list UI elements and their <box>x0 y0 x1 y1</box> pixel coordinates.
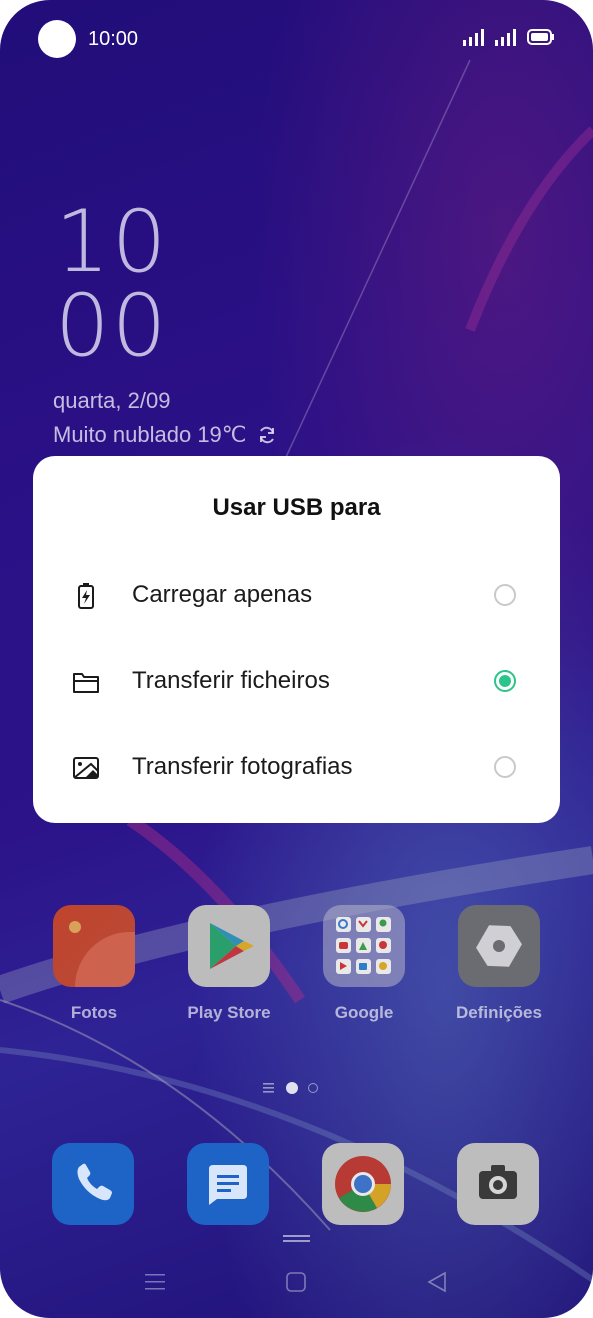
app-label: Definições <box>456 1003 542 1022</box>
page-indicator <box>262 1082 318 1094</box>
play-store-icon <box>188 905 270 987</box>
list-pages-icon[interactable] <box>262 1082 276 1094</box>
app-label: Play Store <box>187 1003 271 1022</box>
settings-icon <box>458 905 540 987</box>
photos-icon <box>53 905 135 987</box>
clock-minutes: 00 <box>55 276 169 376</box>
option-label: Transferir ficheiros <box>132 667 330 694</box>
option-label: Carregar apenas <box>132 581 313 608</box>
phone-icon[interactable] <box>52 1143 134 1225</box>
photo-icon <box>73 757 99 779</box>
weather-widget[interactable]: Muito nublado 19℃ <box>53 422 277 448</box>
app-label: Fotos <box>70 1003 118 1022</box>
home-icon[interactable] <box>286 1272 306 1292</box>
signal-icon <box>463 29 484 46</box>
chrome-icon[interactable] <box>322 1143 404 1225</box>
google-folder-icon <box>323 905 405 987</box>
app-google-folder[interactable]: Google <box>304 905 424 1023</box>
page-dot-active[interactable] <box>286 1082 298 1094</box>
refresh-icon[interactable] <box>257 425 277 445</box>
lock-date: quarta, 2/09 <box>53 388 171 413</box>
menu-icon[interactable] <box>145 1272 165 1292</box>
app-play-store[interactable]: Play Store <box>169 905 289 1023</box>
usb-dialog: Usar USB para Carregar apenas Transferir… <box>33 456 560 823</box>
radio-button[interactable] <box>494 756 516 778</box>
messages-icon[interactable] <box>187 1143 269 1225</box>
app-definicoes[interactable]: Definições <box>439 905 559 1023</box>
app-drawer-handle[interactable] <box>283 1235 310 1237</box>
weather-text: Muito nublado 19℃ <box>53 422 247 447</box>
status-time: 10:00 <box>88 28 139 50</box>
app-fotos[interactable]: Fotos <box>34 905 154 1023</box>
signal-icon <box>495 29 516 46</box>
option-carregar-apenas[interactable]: Carregar apenas <box>33 559 560 629</box>
phone-screen: 10:00 10 00 quarta, 2/09 Muito nublado 1… <box>0 0 593 1318</box>
option-label: Transferir fotografias <box>132 753 353 780</box>
battery-charging-icon <box>78 583 94 609</box>
status-bar: 10:00 <box>38 20 555 58</box>
option-transferir-fotografias[interactable]: Transferir fotografias <box>33 731 560 801</box>
battery-icon <box>527 29 554 45</box>
lock-clock: 10 00 <box>55 192 169 376</box>
page-dot[interactable] <box>308 1083 318 1093</box>
radio-button-selected[interactable] <box>494 670 516 692</box>
dialog-title: Usar USB para <box>212 494 381 521</box>
radio-button[interactable] <box>494 584 516 606</box>
app-label: Google <box>334 1003 394 1022</box>
folder-icon <box>73 673 99 693</box>
option-transferir-ficheiros[interactable]: Transferir ficheiros <box>33 645 560 715</box>
profile-circle <box>38 20 76 58</box>
clock-hours: 10 <box>55 192 169 292</box>
camera-icon[interactable] <box>457 1143 539 1225</box>
back-icon[interactable] <box>426 1271 448 1293</box>
nav-bar <box>0 1266 593 1300</box>
